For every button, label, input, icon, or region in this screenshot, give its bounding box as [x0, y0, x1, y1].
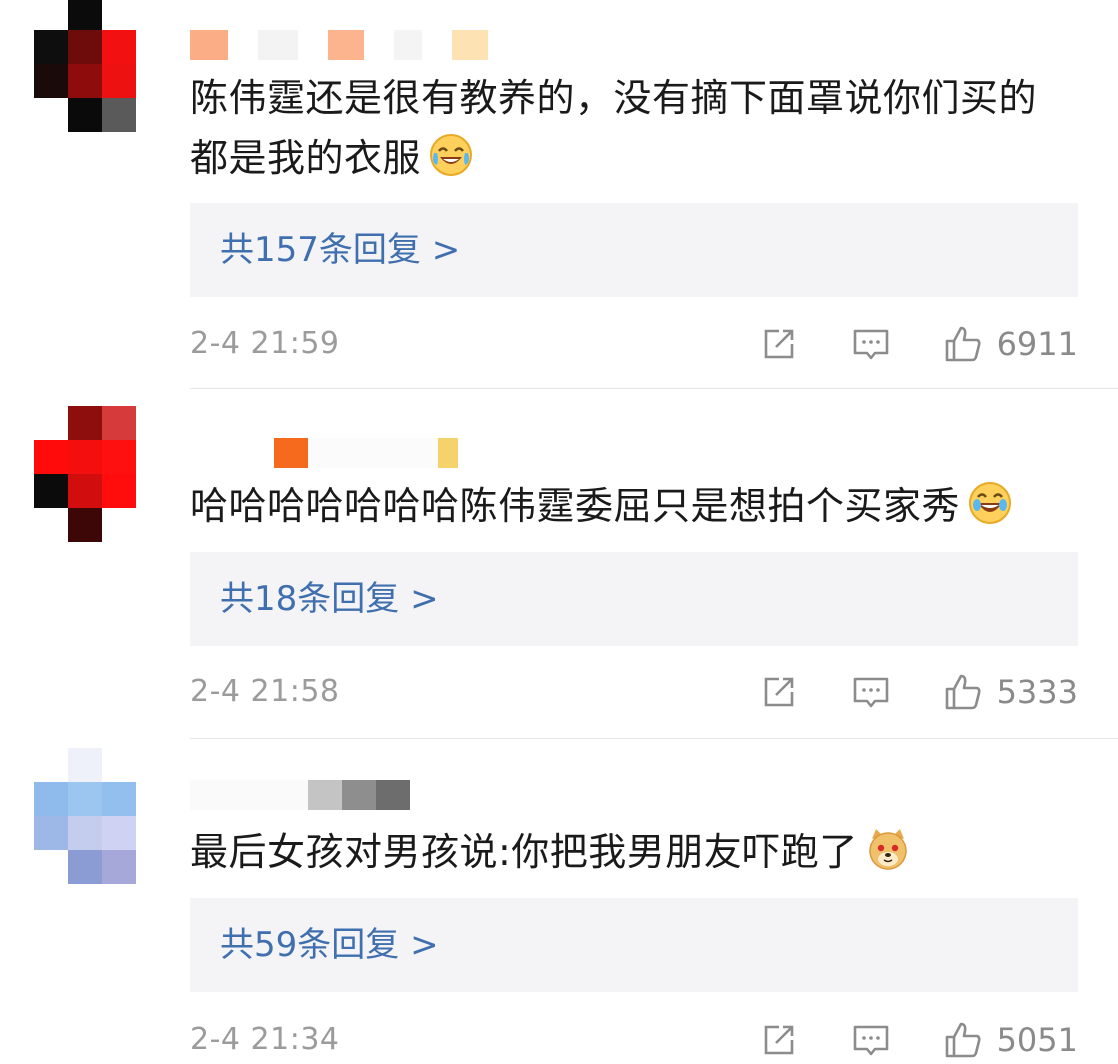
username-blurred[interactable] [190, 438, 458, 468]
username-blurred[interactable] [190, 780, 410, 810]
avatar[interactable] [34, 748, 136, 884]
like-count: 5051 [996, 1021, 1078, 1059]
comment-icon[interactable] [851, 324, 891, 364]
crying-laughing-emoji [429, 133, 473, 177]
comment-text: 哈哈哈哈哈哈哈陈伟霆委屈只是想拍个买家秀 [190, 476, 1070, 536]
comment-actions: 5333 [759, 670, 1078, 714]
comment-icon[interactable] [851, 1020, 891, 1060]
like-count: 5333 [996, 673, 1078, 711]
view-replies-label: 共157条回复 > [220, 230, 461, 270]
view-replies-label: 共18条回复 > [220, 579, 439, 619]
comment-text: 最后女孩对男孩说:你把我男朋友吓跑了 [190, 822, 1070, 882]
avatar[interactable] [34, 0, 136, 136]
comment-actions: 6911 [759, 322, 1078, 366]
share-icon[interactable] [759, 672, 799, 712]
divider [190, 388, 1118, 389]
like-button[interactable]: 5051 [943, 1020, 1078, 1060]
divider [190, 738, 1118, 739]
like-button[interactable]: 5333 [943, 672, 1078, 712]
comment-text: 陈伟霆还是很有教养的，没有摘下面罩说你们买的都是我的衣服 [190, 76, 1038, 180]
avatar[interactable] [34, 406, 136, 542]
comment-item: 哈哈哈哈哈哈哈陈伟霆委屈只是想拍个买家秀 共18条回复 > 2-4 21:58 [0, 390, 1118, 740]
thumbs-up-icon [943, 672, 983, 712]
thumbs-up-icon [943, 1020, 983, 1060]
tears-of-joy-emoji [968, 481, 1012, 525]
view-replies-label: 共59条回复 > [220, 925, 439, 965]
thumbs-up-icon [943, 324, 983, 364]
comment-timestamp: 2-4 21:34 [190, 1022, 340, 1057]
comment-actions: 5051 [759, 1018, 1078, 1062]
view-replies-button[interactable]: 共18条回复 > [190, 552, 1078, 646]
like-button[interactable]: 6911 [943, 324, 1078, 364]
doge-emoji [866, 827, 910, 871]
comment-timestamp: 2-4 21:58 [190, 674, 340, 709]
like-count: 6911 [996, 325, 1078, 363]
comment-item: 陈伟霆还是很有教养的，没有摘下面罩说你们买的都是我的衣服 共157条回复 > 2… [0, 0, 1118, 390]
share-icon[interactable] [759, 324, 799, 364]
share-icon[interactable] [759, 1020, 799, 1060]
username-blurred[interactable] [190, 30, 488, 60]
comment-timestamp: 2-4 21:59 [190, 326, 340, 361]
comment-icon[interactable] [851, 672, 891, 712]
comment-item: 最后女孩对男孩说:你把我男朋友吓跑了 共59条回复 > 2-4 21:34 50… [0, 740, 1118, 1059]
view-replies-button[interactable]: 共59条回复 > [190, 898, 1078, 992]
view-replies-button[interactable]: 共157条回复 > [190, 203, 1078, 297]
